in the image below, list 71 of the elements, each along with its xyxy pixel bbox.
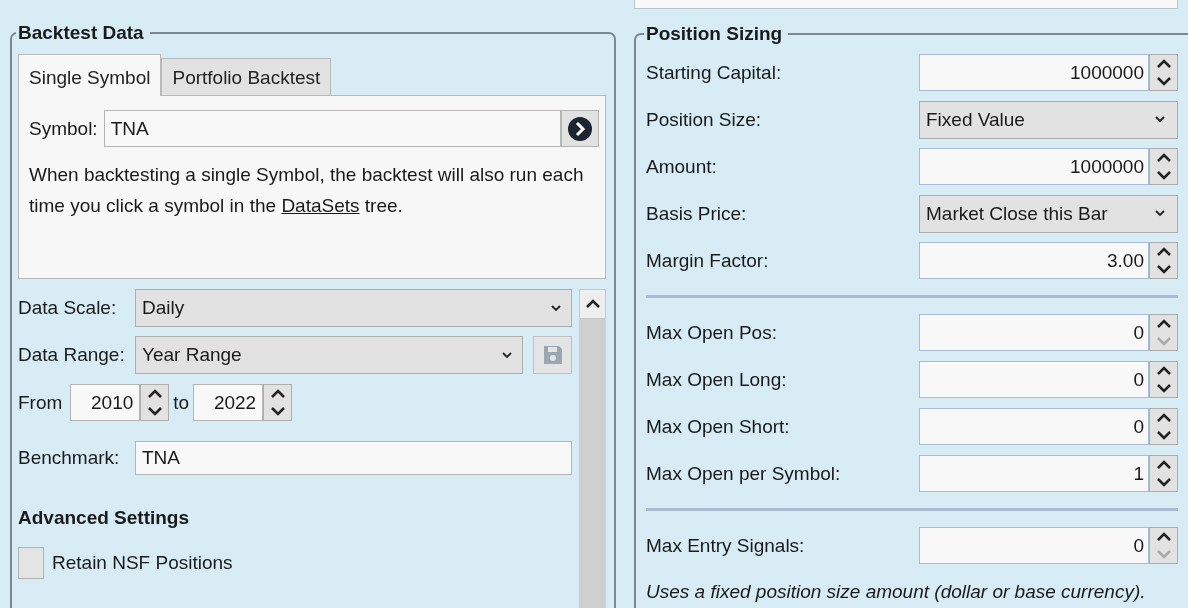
number-field[interactable]: 0 [919, 408, 1149, 445]
benchmark-field[interactable]: TNA [135, 441, 572, 475]
section-heading: Advanced Settings [18, 507, 191, 529]
field-label: Basis Price: [646, 202, 748, 225]
field-label: Symbol: [29, 117, 98, 140]
chevron-down-icon [1155, 210, 1165, 217]
dropdown[interactable]: Fixed Value [919, 100, 1178, 139]
arrow-right-icon [567, 115, 593, 142]
number-field[interactable]: 1000000 [919, 54, 1149, 91]
field-label: Max Open Pos: [646, 321, 778, 344]
number-field[interactable]: 3.00 [919, 242, 1149, 279]
scrollbar[interactable] [579, 289, 606, 608]
chevron-up-icon [1156, 459, 1171, 470]
number-field[interactable]: 2010 [70, 384, 141, 421]
checkbox[interactable] [18, 547, 44, 579]
field-label: Max Open Long: [646, 368, 788, 391]
field-label: Data Range: [18, 344, 126, 366]
symbol-field[interactable]: TNA [103, 110, 561, 147]
chevron-up-icon [1156, 531, 1171, 542]
chevron-up-icon [1156, 318, 1171, 329]
chevron-down-icon [551, 304, 561, 312]
number-field[interactable]: 1 [919, 455, 1149, 492]
chevron-up-icon [1156, 152, 1171, 163]
field-label: Starting Capital: [646, 61, 783, 84]
chevron-down-icon [1156, 336, 1171, 347]
chevron-down-icon [1156, 549, 1171, 560]
group-title: Position Sizing [645, 23, 784, 45]
dropdown[interactable]: Year Range [135, 336, 523, 374]
scroll-up-button[interactable] [579, 289, 606, 319]
field-label: Amount: [646, 155, 718, 178]
field-label: Max Open Short: [646, 415, 791, 438]
field-label: Benchmark: [18, 447, 121, 469]
chevron-up-icon [270, 388, 285, 399]
chevron-down-icon [1156, 76, 1171, 87]
description-text: When backtesting a single Symbol, the backtest will also run each time you click a symbol in the DataSets tree. [29, 163, 585, 218]
dropdown[interactable]: Daily [135, 289, 572, 327]
field-label: Max Open per Symbol: [646, 462, 842, 485]
tab[interactable]: Single Symbol [18, 54, 162, 96]
chevron-up-icon [1156, 246, 1171, 257]
chevron-up-icon [585, 299, 600, 309]
field-label: Data Scale: [18, 297, 118, 319]
number-field[interactable]: 2022 [193, 384, 264, 421]
chevron-down-icon [1156, 430, 1171, 441]
chevron-down-icon [147, 406, 162, 417]
number-field[interactable]: 0 [919, 361, 1149, 398]
number-field[interactable]: 0 [919, 314, 1149, 351]
field-label: Max Entry Signals: [646, 534, 806, 557]
number-field[interactable]: 1000000 [919, 148, 1149, 185]
chevron-down-icon [1156, 383, 1171, 394]
group-title: Backtest Data [17, 22, 145, 44]
chevron-up-icon [147, 388, 162, 399]
tab[interactable]: Portfolio Backtest [161, 58, 332, 95]
dropdown[interactable]: Market Close this Bar [919, 194, 1178, 233]
chevron-up-icon [1156, 58, 1171, 69]
field-label: to [173, 391, 190, 414]
chevron-up-icon [1156, 365, 1171, 376]
chevron-down-icon [1156, 264, 1171, 275]
help-text: Uses a fixed position size amount (dollar or base currency). [646, 581, 1147, 603]
chevron-down-icon [502, 351, 512, 359]
field-label: From [18, 391, 63, 414]
field-label: Margin Factor: [646, 249, 770, 272]
chevron-down-icon [1156, 170, 1171, 181]
chevron-down-icon [1156, 477, 1171, 488]
chevron-down-icon [1155, 116, 1165, 123]
datasets-link[interactable]: DataSets [281, 195, 360, 216]
go-button[interactable] [561, 110, 599, 147]
chevron-up-icon [1156, 412, 1171, 423]
field-label: Position Size: [646, 108, 763, 131]
checkbox-label: Retain NSF Positions [52, 552, 233, 574]
chevron-down-icon [270, 406, 285, 417]
number-field[interactable]: 0 [919, 527, 1149, 564]
